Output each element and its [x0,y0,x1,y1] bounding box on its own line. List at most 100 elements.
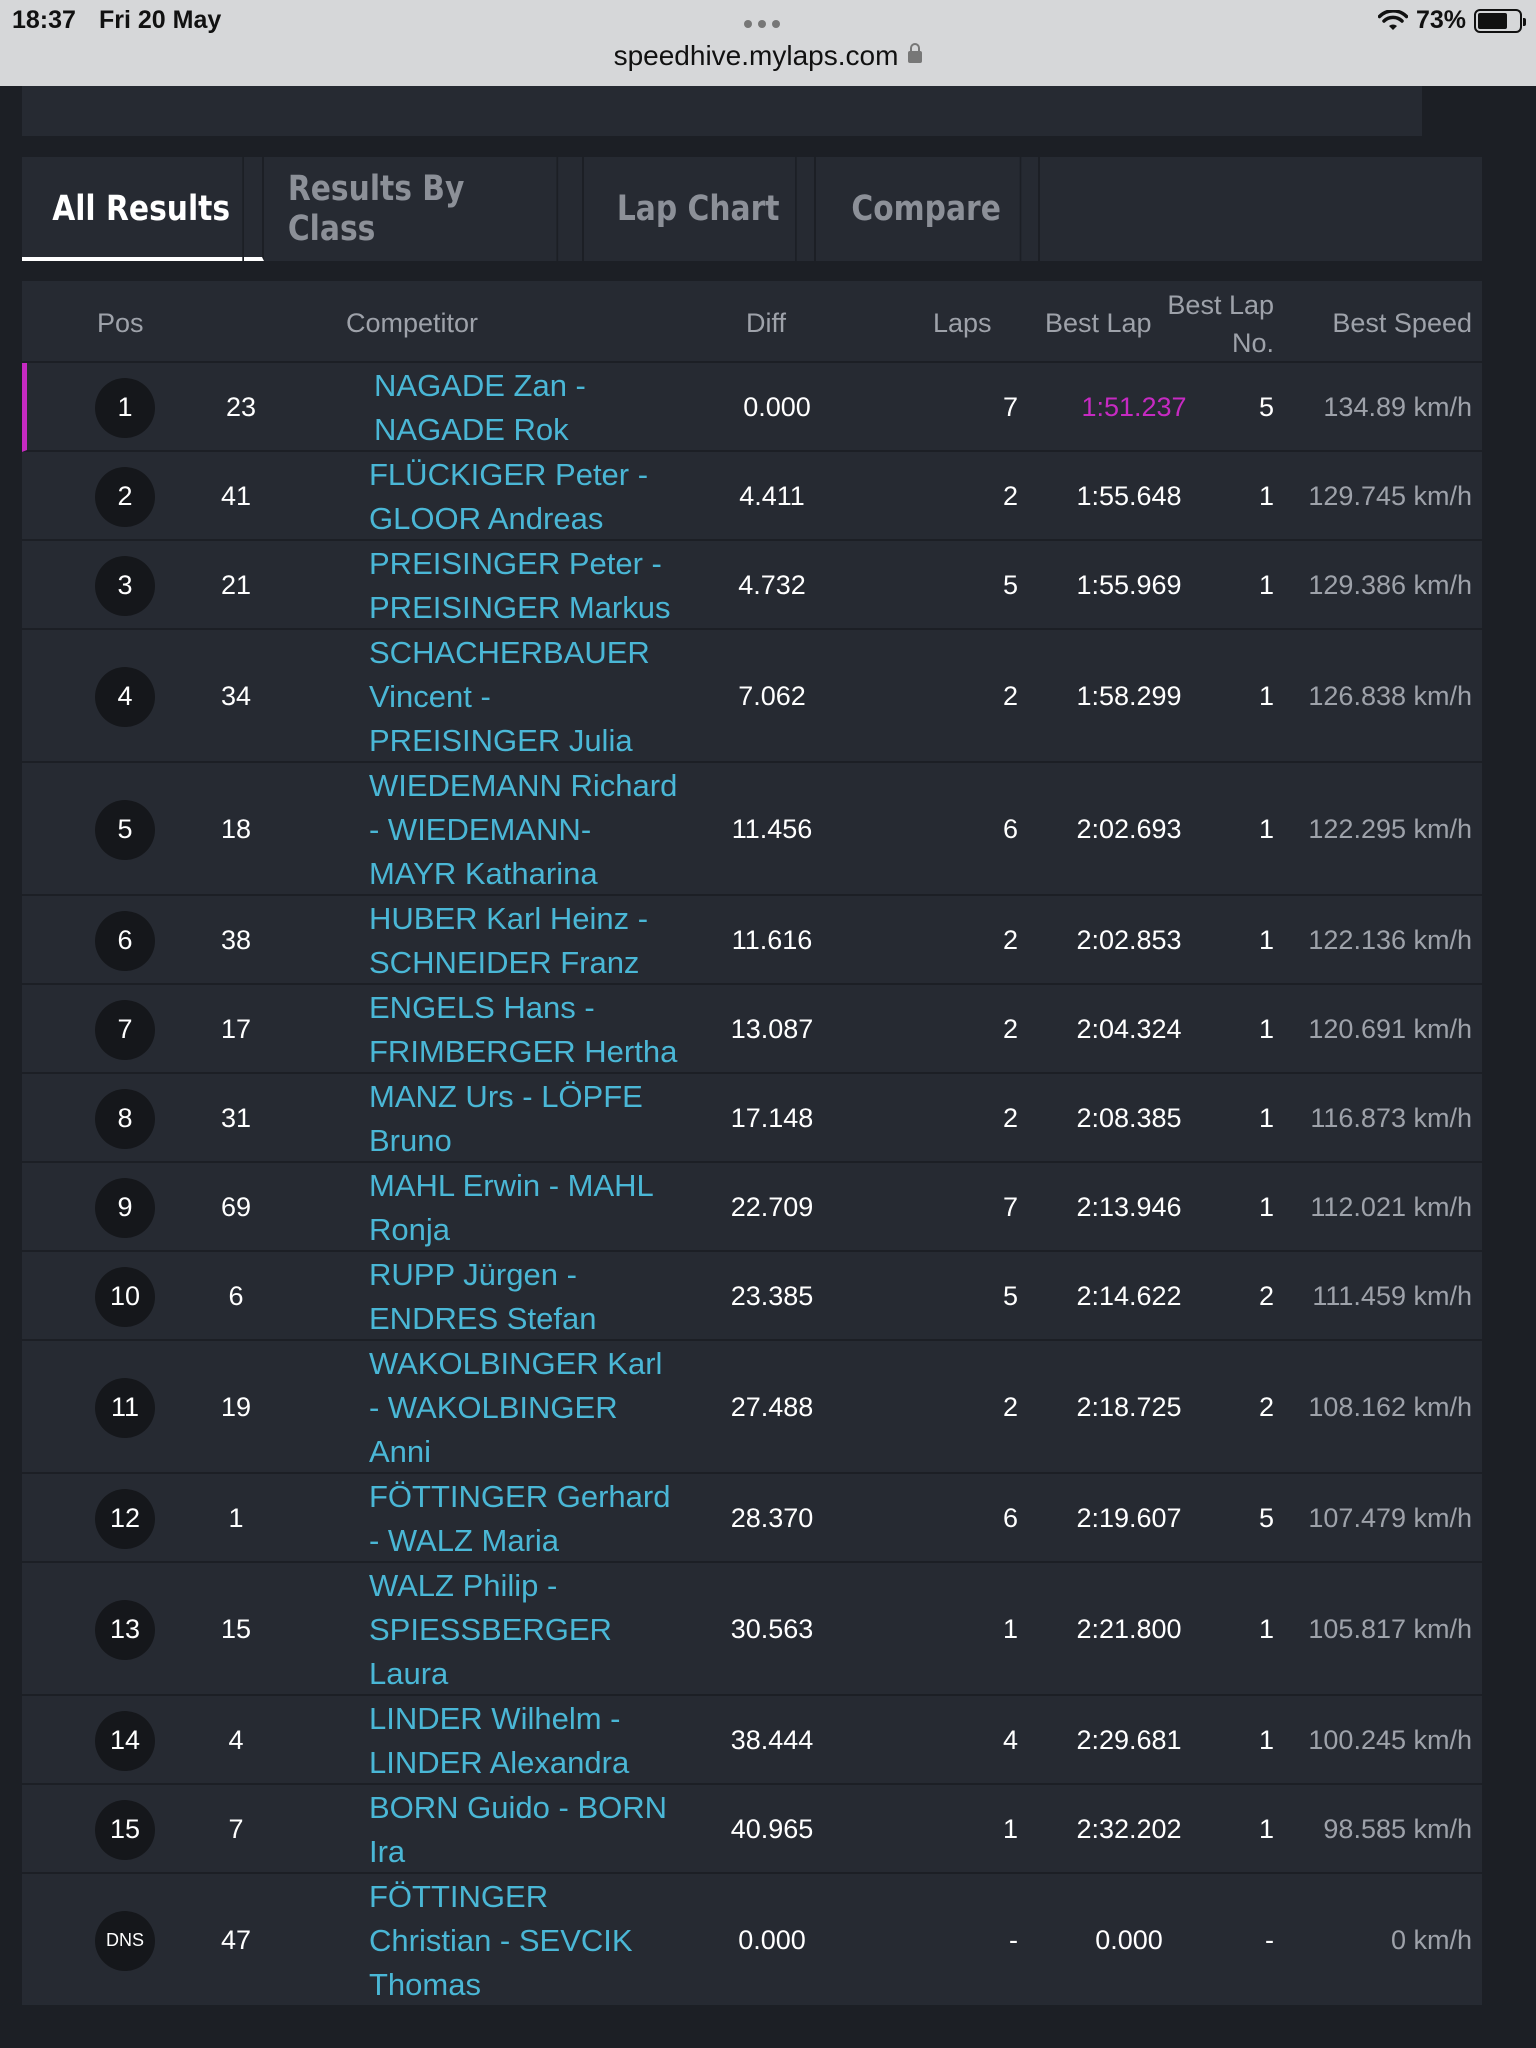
competitor-name-line: FÖTTINGER Gerhard [369,1478,671,1514]
competitor-name-line: SCHNEIDER Franz [369,944,640,980]
table-row[interactable]: 8 31 MANZ Urs - LÖPFE Bruno 17.148 2 2:08.385 1… [22,1074,1482,1163]
table-row[interactable]: 7 17 ENGELS Hans - FRIMBERGER Hertha 13.087 2… [22,985,1482,1074]
table-row[interactable]: 12 1 FÖTTINGER Gerhard - WALZ Maria 28.370 6 2… [22,1474,1482,1563]
best-lap-value: 2:21.800 [1076,1613,1182,1644]
table-row[interactable]: 2 41 FLÜCKIGER Peter - GLOOR Andreas 4.411 2 1… [22,452,1482,541]
competitor-link[interactable]: FÖTTINGER Gerhard - WALZ Maria [369,1475,709,1563]
best-speed-value: 111.459 km/h [1312,1280,1472,1311]
table-row[interactable]: 6 38 HUBER Karl Heinz - SCHNEIDER Franz 11.6… [22,896,1482,985]
competitor-name-line: BORN Guido - BORN [369,1789,668,1825]
best-lap-value: 1:55.648 [1076,480,1182,511]
competitor-name-line: WIEDEMANN Richard [369,767,678,803]
competitor-link[interactable]: BORN Guido - BORN Ira [369,1786,709,1874]
url-bar[interactable]: speedhive.mylaps.com [0,40,1536,72]
competitor-link[interactable]: ENGELS Hans - FRIMBERGER Hertha [369,986,709,1074]
competitor-name-line: FLÜCKIGER Peter - [369,456,649,492]
best-lap-value: 1:55.969 [1076,569,1182,600]
competitor-name-line: MAYR Katharina [369,855,598,891]
car-number: 21 [220,569,252,600]
url-text[interactable]: speedhive.mylaps.com [614,40,899,71]
diff-value: 13.087 [730,1013,814,1044]
header-best-lap[interactable]: Best Lap [1045,308,1152,339]
diff-value: 28.370 [730,1502,814,1533]
tab-lap-chart[interactable]: Lap Chart [584,157,816,261]
laps-value: 2 [1002,680,1018,711]
competitor-link[interactable]: WAKOLBINGER Karl - WAKOLBINGER Anni [369,1342,709,1474]
table-row[interactable]: 9 69 MAHL Erwin - MAHL Ronja 22.709 7 2:13.946… [22,1163,1482,1252]
best-lap-number: 1 [1258,1724,1274,1755]
lock-icon [908,43,923,63]
competitor-name-line: PREISINGER Markus [369,589,671,625]
competitor-name-line: SPIESSBERGER [369,1611,612,1647]
header-best-speed[interactable]: Best Speed [1332,308,1472,339]
table-row[interactable]: 4 34 SCHACHERBAUER Vincent - PREISINGER Juli… [22,630,1482,763]
best-lap-number: 1 [1258,813,1274,844]
position-badge: 5 [95,799,155,860]
competitor-link[interactable]: SCHACHERBAUER Vincent - PREISINGER Julia [369,631,709,763]
header-laps[interactable]: Laps [933,308,992,339]
table-row[interactable]: 5 18 WIEDEMANN Richard - WIEDEMANN- MAYR Kat… [22,763,1482,896]
competitor-name-line: Ira [369,1833,406,1869]
best-speed-value: 129.386 km/h [1308,569,1472,600]
table-row[interactable]: 15 7 BORN Guido - BORN Ira 40.965 1 2:32.202 1 9… [22,1785,1482,1874]
competitor-link[interactable]: HUBER Karl Heinz - SCHNEIDER Franz [369,897,709,985]
diff-value: 11.616 [731,924,813,955]
competitor-name-line: LINDER Wilhelm - [369,1700,621,1736]
position-badge: 15 [95,1799,155,1860]
competitor-link[interactable]: RUPP Jürgen - ENDRES Stefan [369,1253,709,1341]
competitor-link[interactable]: MAHL Erwin - MAHL Ronja [369,1164,709,1252]
status-indicators: 73% [1377,6,1526,35]
competitor-name-line: - WALZ Maria [369,1522,560,1558]
competitor-link[interactable]: WIEDEMANN Richard - WIEDEMANN- MAYR Kathar… [369,764,709,896]
tab-label: Compare [833,157,1022,261]
tab-all-results[interactable]: All Results [22,157,264,261]
header-competitor[interactable]: Competitor [346,308,478,339]
car-number: 31 [220,1102,252,1133]
car-number: 69 [220,1191,252,1222]
laps-value: 4 [1002,1724,1018,1755]
table-row[interactable]: 14 4 LINDER Wilhelm - LINDER Alexandra 38.44… [22,1696,1482,1785]
table-row[interactable]: DNS 47 FÖTTINGER Christian - SEVCIK Thomas 0.… [22,1874,1482,2007]
car-number: 4 [228,1724,244,1755]
competitor-name-line: HUBER Karl Heinz - [369,900,649,936]
competitor-name-line: Bruno [369,1122,452,1158]
tab-results-by-class[interactable]: Results By Class [264,157,584,261]
wifi-icon [1377,9,1408,30]
best-lap-number: 1 [1258,1013,1274,1044]
competitor-name-line: RUPP Jürgen - [369,1256,577,1292]
laps-value: 2 [1002,924,1018,955]
header-pos[interactable]: Pos [97,308,144,339]
results-table: Pos Competitor Diff Laps Best Lap Best L… [22,281,1482,2007]
competitor-link[interactable]: MANZ Urs - LÖPFE Bruno [369,1075,709,1163]
header-best-lap-no[interactable]: Best Lap No. [1167,286,1274,362]
car-number: 17 [220,1013,252,1044]
competitor-link[interactable]: NAGADE Zan - NAGADE Rok [374,364,714,452]
competitor-link[interactable]: PREISINGER Peter - PREISINGER Markus [369,542,709,630]
diff-value: 4.732 [738,569,806,600]
best-speed-value: 129.745 km/h [1308,480,1472,511]
position-badge: 2 [95,466,155,527]
table-row[interactable]: 3 21 PREISINGER Peter - PREISINGER Markus 4.… [22,541,1482,630]
diff-value: 30.563 [730,1613,814,1644]
position-badge: 9 [95,1177,155,1238]
table-row[interactable]: 11 19 WAKOLBINGER Karl - WAKOLBINGER Anni 27.… [22,1341,1482,1474]
best-lap-value: 2:19.607 [1076,1502,1182,1533]
best-speed-value: 0 km/h [1390,1924,1472,1955]
table-row[interactable]: 10 6 RUPP Jürgen - ENDRES Stefan 23.385 5 2:14… [22,1252,1482,1341]
table-row[interactable]: 13 15 WALZ Philip - SPIESSBERGER Laura 30.563… [22,1563,1482,1696]
battery-percent: 73% [1415,6,1466,34]
best-lap-value: 2:13.946 [1076,1191,1182,1222]
header-diff[interactable]: Diff [746,308,786,339]
best-lap-value: 2:04.324 [1076,1013,1182,1044]
competitor-link[interactable]: FÖTTINGER Christian - SEVCIK Thomas [369,1875,709,2007]
position-badge: 8 [95,1088,155,1149]
car-number: 6 [228,1280,244,1311]
competitor-name-line: ENDRES Stefan [369,1300,597,1336]
laps-value: 1 [1002,1613,1018,1644]
tab-compare[interactable]: Compare [816,157,1040,261]
table-row[interactable]: 1 23 NAGADE Zan - NAGADE Rok 0.000 7 1:51.237 5… [22,363,1482,452]
competitor-link[interactable]: FLÜCKIGER Peter - GLOOR Andreas [369,453,709,541]
multitasking-dots-icon[interactable] [744,20,780,28]
competitor-link[interactable]: LINDER Wilhelm - LINDER Alexandra [369,1697,709,1785]
competitor-link[interactable]: WALZ Philip - SPIESSBERGER Laura [369,1564,709,1696]
